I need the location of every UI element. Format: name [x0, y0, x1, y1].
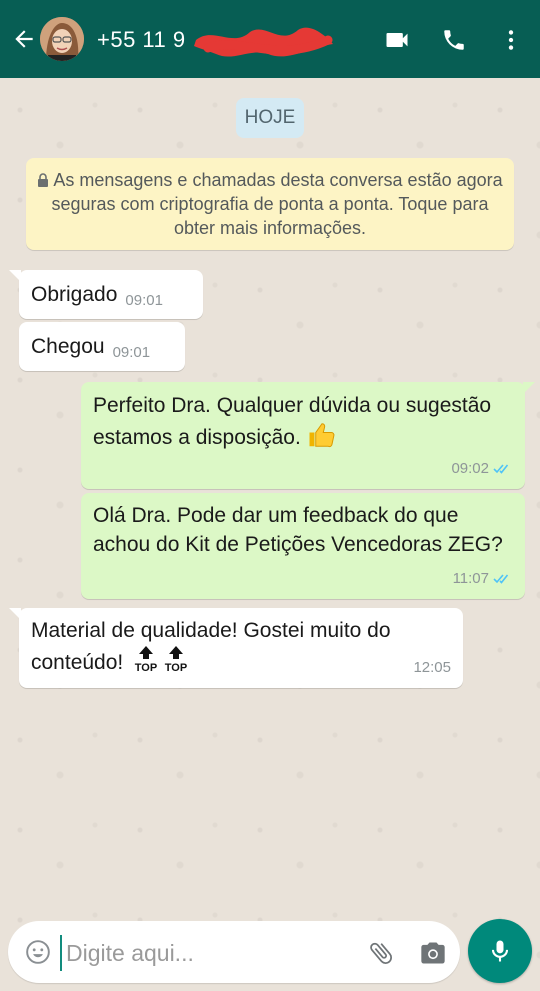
- message-time: 12:05: [413, 659, 451, 676]
- back-arrow-icon: [15, 30, 33, 48]
- message-meta: 11:07: [453, 564, 513, 593]
- video-call-button[interactable]: [382, 25, 412, 55]
- more-options-button[interactable]: [496, 25, 526, 55]
- composer-bar: [8, 921, 460, 983]
- video-call-icon: [386, 33, 408, 47]
- emoji-icon: [26, 940, 50, 964]
- message-text: Olá Dra. Pode dar um feedback do que ach…: [93, 504, 503, 556]
- encryption-notice[interactable]: As mensagens e chamadas desta conversa e…: [26, 158, 514, 250]
- date-chip: HOJE: [236, 98, 304, 138]
- thumbs-up-emoji: [309, 423, 335, 448]
- message-time: 09:01: [125, 292, 163, 309]
- top-arrow-emoji: TOP: [133, 645, 159, 681]
- message-bubble-incoming[interactable]: Material de qualidade! Gostei muito do c…: [9, 608, 463, 688]
- avatar[interactable]: [40, 17, 84, 61]
- message-input[interactable]: [60, 935, 368, 971]
- message-text: Perfeito Dra. Qualquer dúvida ou sugestã…: [93, 394, 492, 449]
- message-text: Obrigado: [31, 283, 118, 306]
- message-text: Chegou: [31, 335, 105, 358]
- more-vert-icon: [508, 30, 514, 50]
- camera-button[interactable]: [416, 936, 450, 970]
- mic-icon: [491, 940, 509, 962]
- message-time: 11:07: [452, 570, 489, 587]
- chat-header: +55 11 9: [0, 0, 540, 78]
- top-arrow-emoji: TOP: [163, 645, 189, 681]
- message-time: 09:01: [112, 344, 151, 361]
- message-bubble-incoming[interactable]: Chegou 09:01: [19, 322, 185, 371]
- message-bubble-outgoing[interactable]: Olá Dra. Pode dar um feedback do que ach…: [81, 493, 525, 599]
- read-receipt-icon: [493, 573, 509, 584]
- read-receipt-icon: [493, 463, 509, 474]
- svg-text:TOP: TOP: [165, 662, 187, 673]
- message-bubble-outgoing[interactable]: Perfeito Dra. Qualquer dúvida ou sugestã…: [81, 382, 535, 489]
- voice-call-button[interactable]: [439, 25, 469, 55]
- message-time: 09:02: [451, 460, 489, 477]
- message-bubble-incoming[interactable]: Obrigado 09:01: [9, 270, 203, 319]
- mic-button[interactable]: [468, 919, 532, 983]
- message-meta: 09:02: [451, 454, 513, 483]
- attach-button[interactable]: [364, 936, 398, 970]
- encryption-notice-text: As mensagens e chamadas desta conversa e…: [51, 170, 503, 238]
- redaction-scribble: [194, 27, 333, 57]
- back-button[interactable]: [6, 21, 42, 57]
- paperclip-icon: [370, 942, 392, 964]
- emoji-button[interactable]: [22, 936, 54, 968]
- voice-call-icon: [444, 30, 464, 50]
- message-meta: 12:05: [413, 653, 451, 682]
- svg-text:TOP: TOP: [135, 662, 157, 673]
- contact-name[interactable]: +55 11 9: [97, 27, 186, 53]
- lock-icon: [38, 173, 49, 187]
- message-text: Material de qualidade! Gostei muito do c…: [31, 619, 391, 674]
- camera-icon: [421, 942, 445, 964]
